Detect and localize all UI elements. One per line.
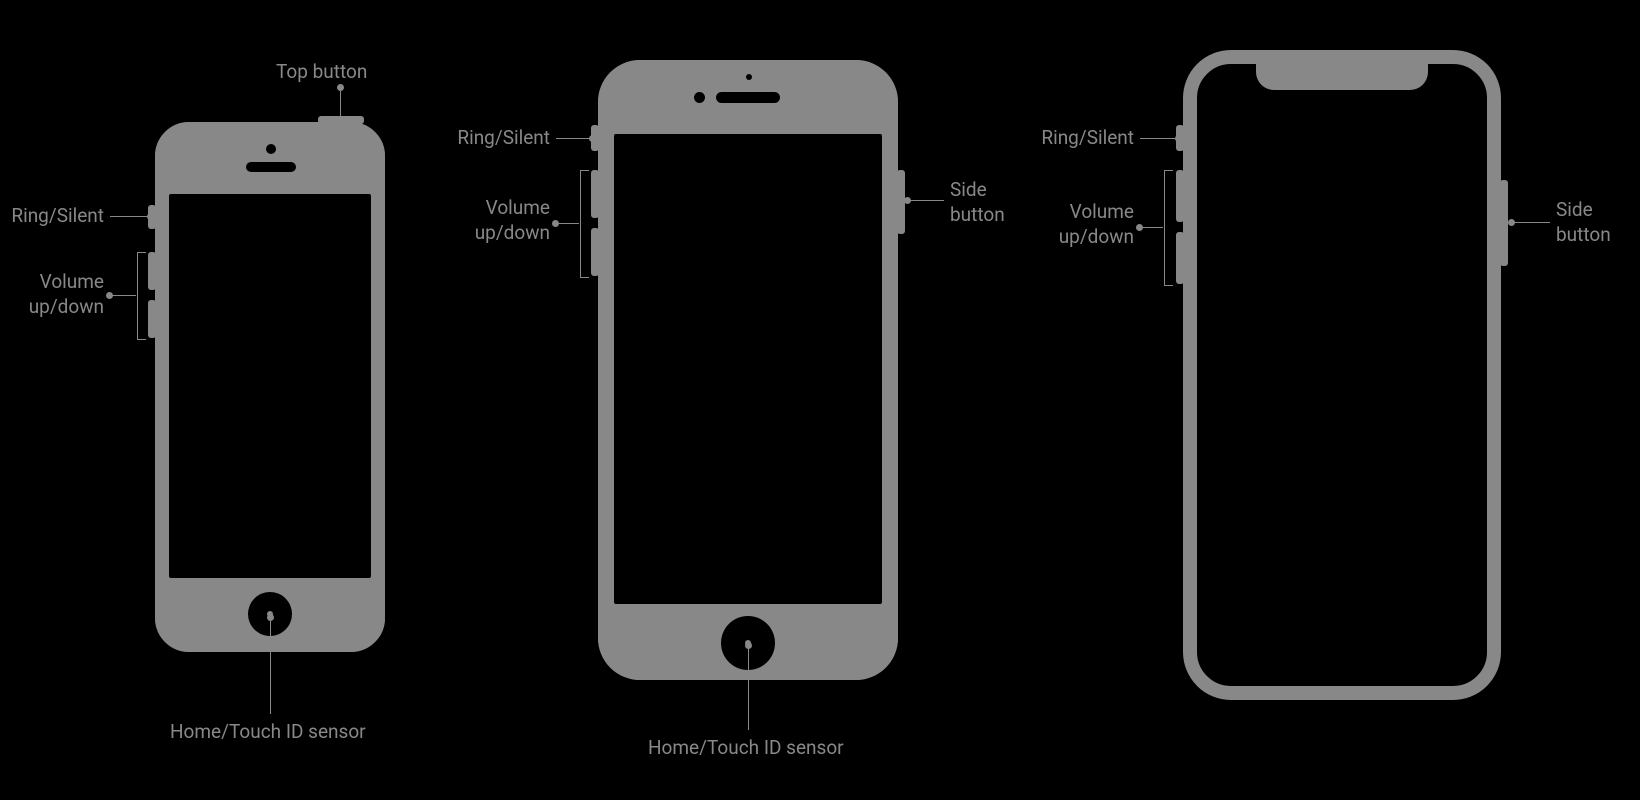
pointer-ring-silent-2 — [556, 138, 592, 139]
label-home-1: Home/Touch ID sensor — [170, 720, 366, 745]
pointer-volume-1 — [110, 295, 136, 296]
label-side-button-2: Side button — [950, 178, 1005, 227]
phone2-sensor-dot — [746, 74, 752, 80]
phone1-camera — [266, 144, 276, 154]
label-volume-3: Volume up/down — [1030, 200, 1134, 249]
phone3-side-button — [1500, 180, 1508, 266]
pointer-ring-silent-3 — [1140, 138, 1178, 139]
phone3-speaker — [1314, 70, 1358, 78]
phone2-outline — [598, 60, 898, 680]
label-volume-1: Volume up/down — [0, 270, 104, 319]
phone1-speaker — [246, 162, 296, 172]
phone3-outline — [1183, 50, 1501, 700]
phone2-camera — [694, 92, 705, 103]
label-side-button-3: Side button — [1556, 198, 1611, 247]
label-home-2: Home/Touch ID sensor — [648, 736, 844, 761]
phone3-camera — [1366, 70, 1375, 79]
phone2-speaker — [716, 92, 780, 103]
label-volume-2: Volume up/down — [446, 196, 550, 245]
pointer-side-button-2 — [908, 200, 944, 201]
bracket-volume-1 — [137, 252, 146, 340]
pointer-home-2 — [748, 646, 749, 730]
pointer-ring-silent-1 — [110, 216, 150, 217]
pointer-top-button-1 — [340, 88, 341, 118]
label-ring-silent-2: Ring/Silent — [446, 126, 550, 151]
pointer-side-button-3 — [1512, 222, 1550, 223]
label-ring-silent-3: Ring/Silent — [1030, 126, 1134, 151]
pointer-home-1 — [270, 618, 271, 714]
pointer-volume-3 — [1140, 227, 1163, 228]
phone1-outline — [155, 122, 385, 652]
diagram-stage: Top button Ring/Silent Volume up/down Ho… — [0, 0, 1640, 800]
label-ring-silent-1: Ring/Silent — [0, 204, 104, 229]
label-top-button-1: Top button — [276, 60, 367, 85]
pointer-volume-2 — [556, 223, 579, 224]
bracket-volume-2 — [580, 170, 589, 278]
bracket-volume-3 — [1164, 170, 1173, 286]
